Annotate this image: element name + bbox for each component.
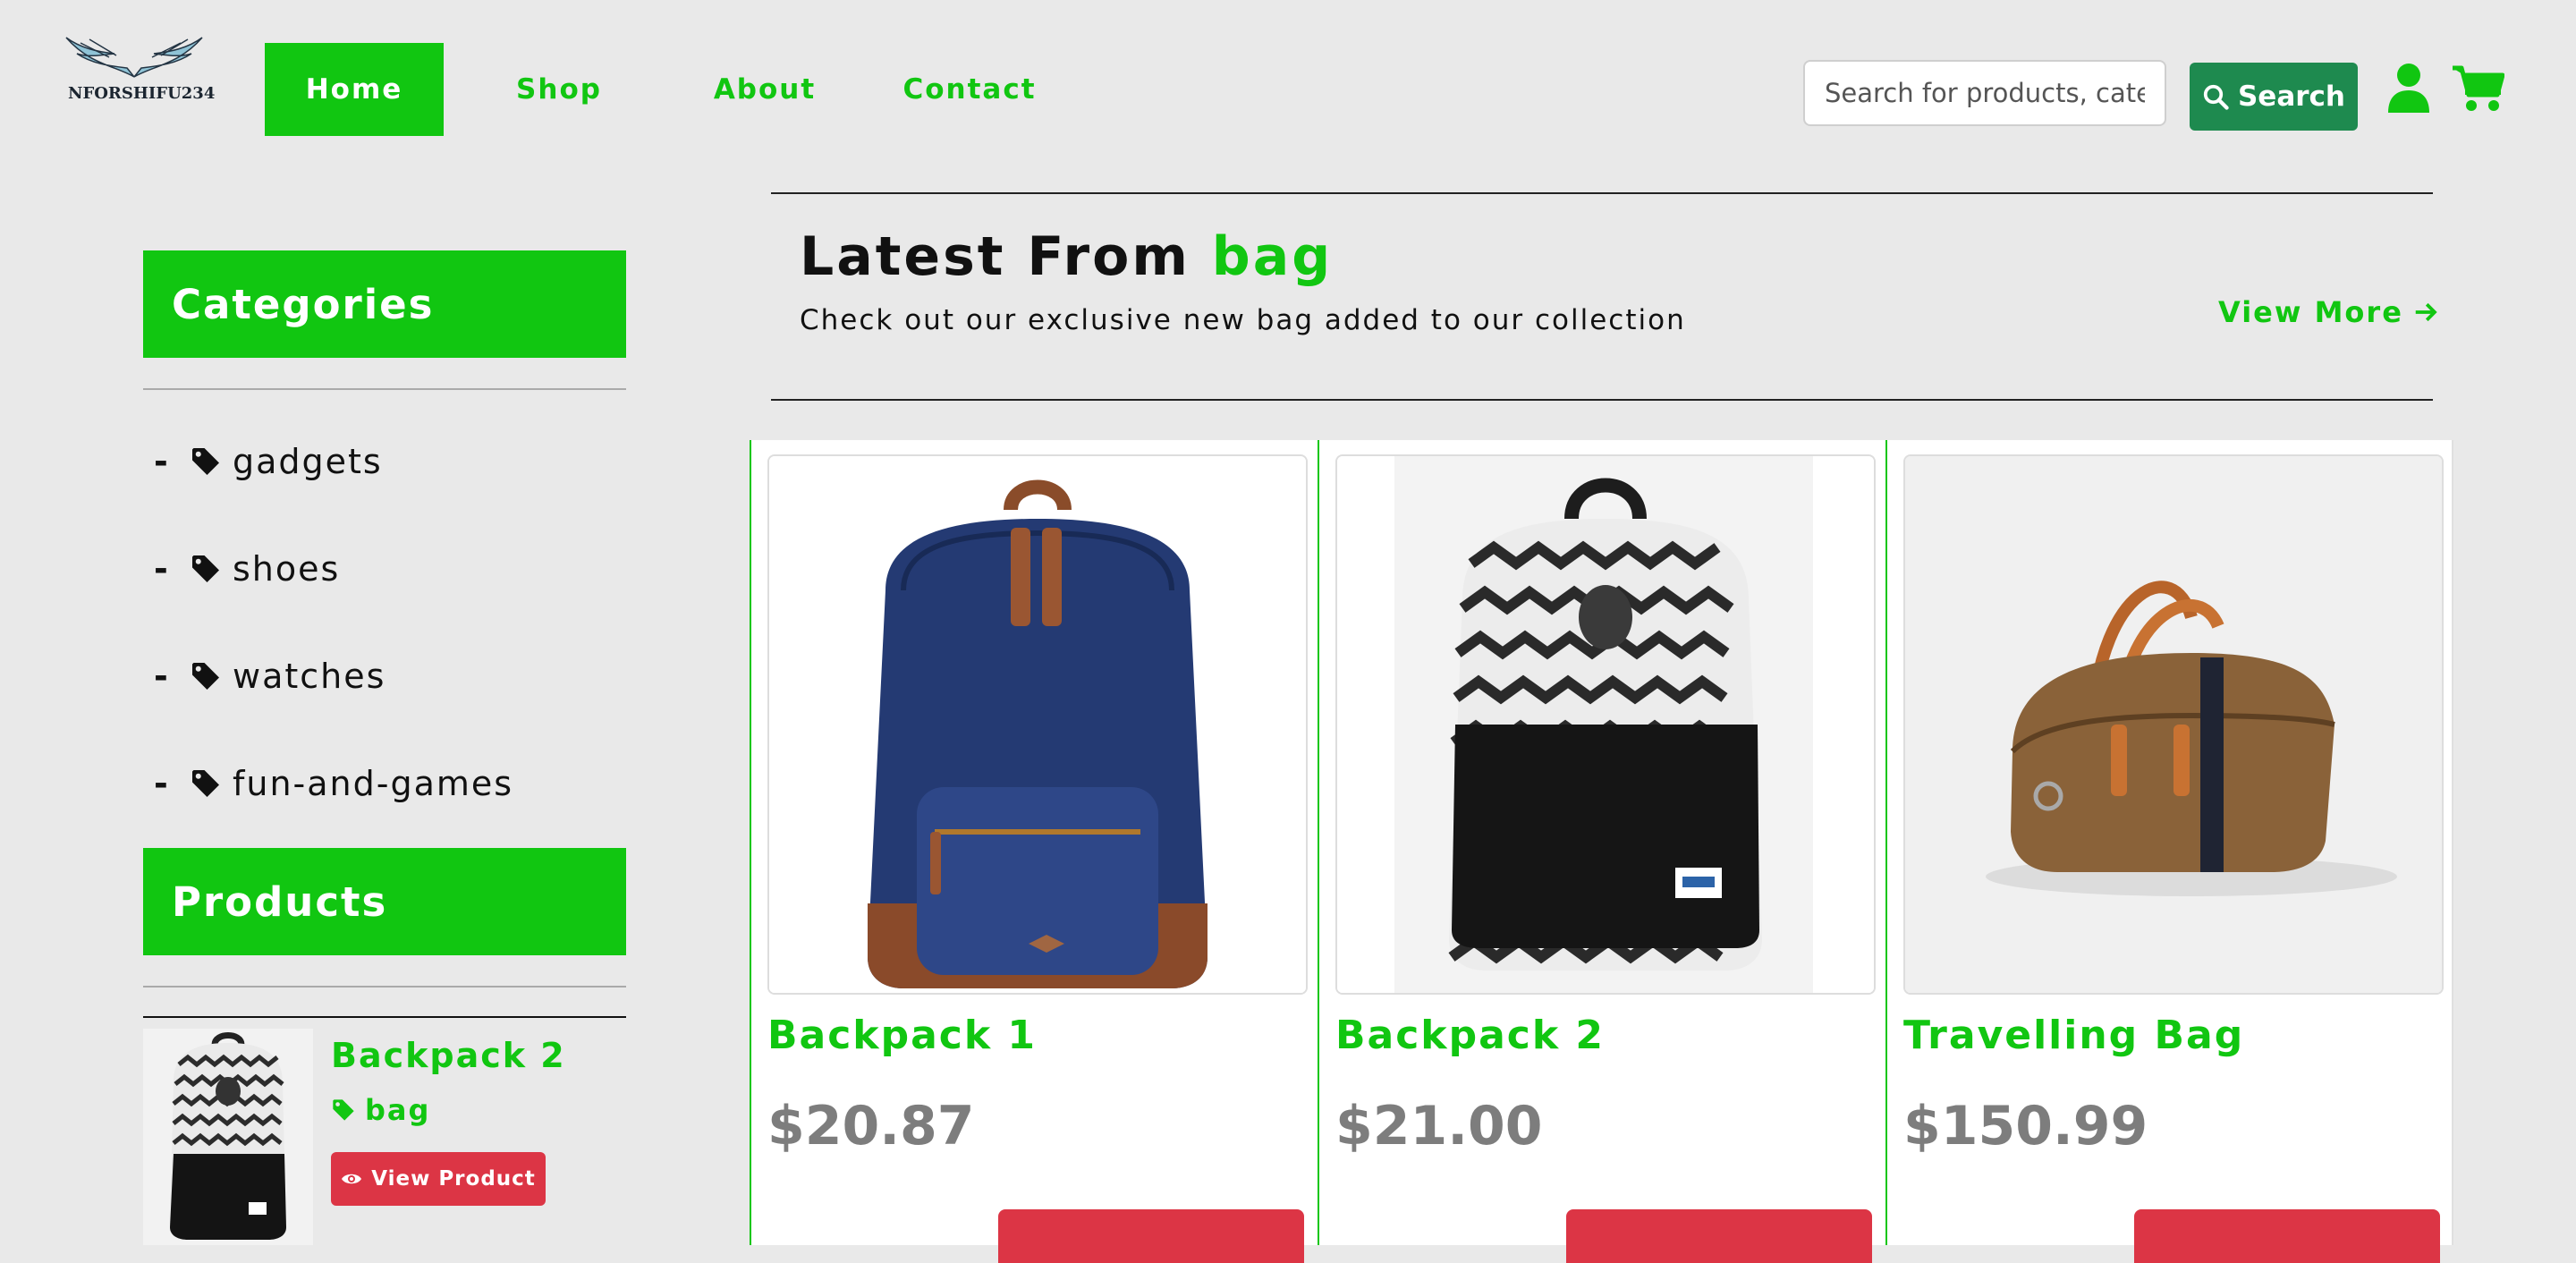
product-title[interactable]: Backpack 2 bbox=[1335, 1013, 1605, 1058]
search-icon bbox=[2203, 84, 2229, 110]
sidebar-product-title[interactable]: Backpack 2 bbox=[331, 1036, 566, 1075]
product-image-backpack-1[interactable] bbox=[767, 454, 1308, 995]
nav-shop[interactable]: Shop bbox=[501, 43, 617, 136]
view-more-link[interactable]: View More bbox=[2218, 295, 2439, 329]
add-to-cart-button[interactable] bbox=[1566, 1209, 1872, 1263]
product-price: $21.00 bbox=[1335, 1095, 1543, 1157]
account-button[interactable] bbox=[2386, 63, 2431, 113]
category-item-fun-and-games[interactable]: - fun-and-games bbox=[154, 757, 513, 810]
tag-icon bbox=[333, 1099, 354, 1121]
categories-divider bbox=[143, 388, 626, 390]
section-subheading: Check out our exclusive new bag added to… bbox=[800, 304, 1686, 336]
product-item-divider bbox=[143, 1016, 626, 1018]
products-divider bbox=[143, 986, 626, 988]
section-heading-accent: bag bbox=[1211, 225, 1334, 288]
section-heading-prefix: Latest From bbox=[800, 225, 1191, 288]
arrow-right-icon bbox=[2415, 302, 2437, 322]
view-more-label: View More bbox=[2218, 295, 2403, 329]
sidebar-product-category-label: bag bbox=[365, 1093, 431, 1127]
nav-home[interactable]: Home bbox=[265, 43, 444, 136]
nav-about[interactable]: About bbox=[707, 43, 823, 136]
category-label: fun-and-games bbox=[233, 764, 514, 803]
products-heading: Products bbox=[143, 848, 626, 955]
section-heading: Latest From bag bbox=[800, 225, 1333, 288]
category-label: shoes bbox=[233, 549, 341, 589]
view-product-label: View Product bbox=[371, 1167, 536, 1191]
product-card: Backpack 2 $21.00 bbox=[1318, 440, 1885, 1263]
product-image-backpack-2[interactable] bbox=[1335, 454, 1876, 995]
winged-logo-icon bbox=[65, 37, 203, 78]
section-top-rule bbox=[771, 192, 2433, 194]
cart-icon bbox=[2453, 65, 2505, 111]
tag-icon bbox=[190, 767, 233, 800]
nav-contact[interactable]: Contact bbox=[902, 43, 1034, 136]
search-button[interactable]: Search bbox=[2190, 63, 2358, 131]
product-price: $150.99 bbox=[1903, 1095, 2148, 1157]
product-grid: Backpack 1 $20.87 Backpack 2 $21.00 Trav… bbox=[750, 440, 2454, 1263]
tag-icon bbox=[190, 660, 233, 692]
list-dash: - bbox=[154, 657, 170, 696]
eye-icon bbox=[342, 1174, 362, 1184]
product-image-travelling-bag[interactable] bbox=[1903, 454, 2444, 995]
category-label: watches bbox=[233, 657, 386, 696]
add-to-cart-button[interactable] bbox=[998, 1209, 1304, 1263]
sidebar-product-image[interactable] bbox=[143, 1029, 313, 1245]
list-dash: - bbox=[154, 764, 170, 803]
brand-name: NFORSHIFU234 bbox=[68, 84, 216, 103]
categories-heading: Categories bbox=[143, 250, 626, 358]
section-bottom-rule bbox=[771, 399, 2433, 401]
product-price: $20.87 bbox=[767, 1095, 975, 1157]
product-title[interactable]: Travelling Bag bbox=[1903, 1013, 2244, 1058]
tag-icon bbox=[190, 553, 233, 585]
sidebar-product-category: bag bbox=[331, 1093, 430, 1127]
product-title[interactable]: Backpack 1 bbox=[767, 1013, 1037, 1058]
list-dash: - bbox=[154, 442, 170, 481]
category-item-watches[interactable]: - watches bbox=[154, 649, 386, 703]
add-to-cart-button[interactable] bbox=[2134, 1209, 2440, 1263]
user-icon bbox=[2388, 64, 2429, 113]
category-label: gadgets bbox=[233, 442, 383, 481]
category-item-gadgets[interactable]: - gadgets bbox=[154, 435, 383, 488]
tag-icon bbox=[190, 445, 233, 478]
cart-button[interactable] bbox=[2451, 64, 2505, 113]
category-item-shoes[interactable]: - shoes bbox=[154, 542, 340, 596]
list-dash: - bbox=[154, 549, 170, 589]
product-card: Backpack 1 $20.87 bbox=[750, 440, 1318, 1263]
search-input[interactable] bbox=[1803, 60, 2166, 126]
product-card: Travelling Bag $150.99 bbox=[1885, 440, 2453, 1263]
view-product-button[interactable]: View Product bbox=[331, 1152, 546, 1206]
search-button-label: Search bbox=[2237, 81, 2345, 113]
brand-logo[interactable]: NFORSHIFU234 bbox=[63, 30, 215, 111]
